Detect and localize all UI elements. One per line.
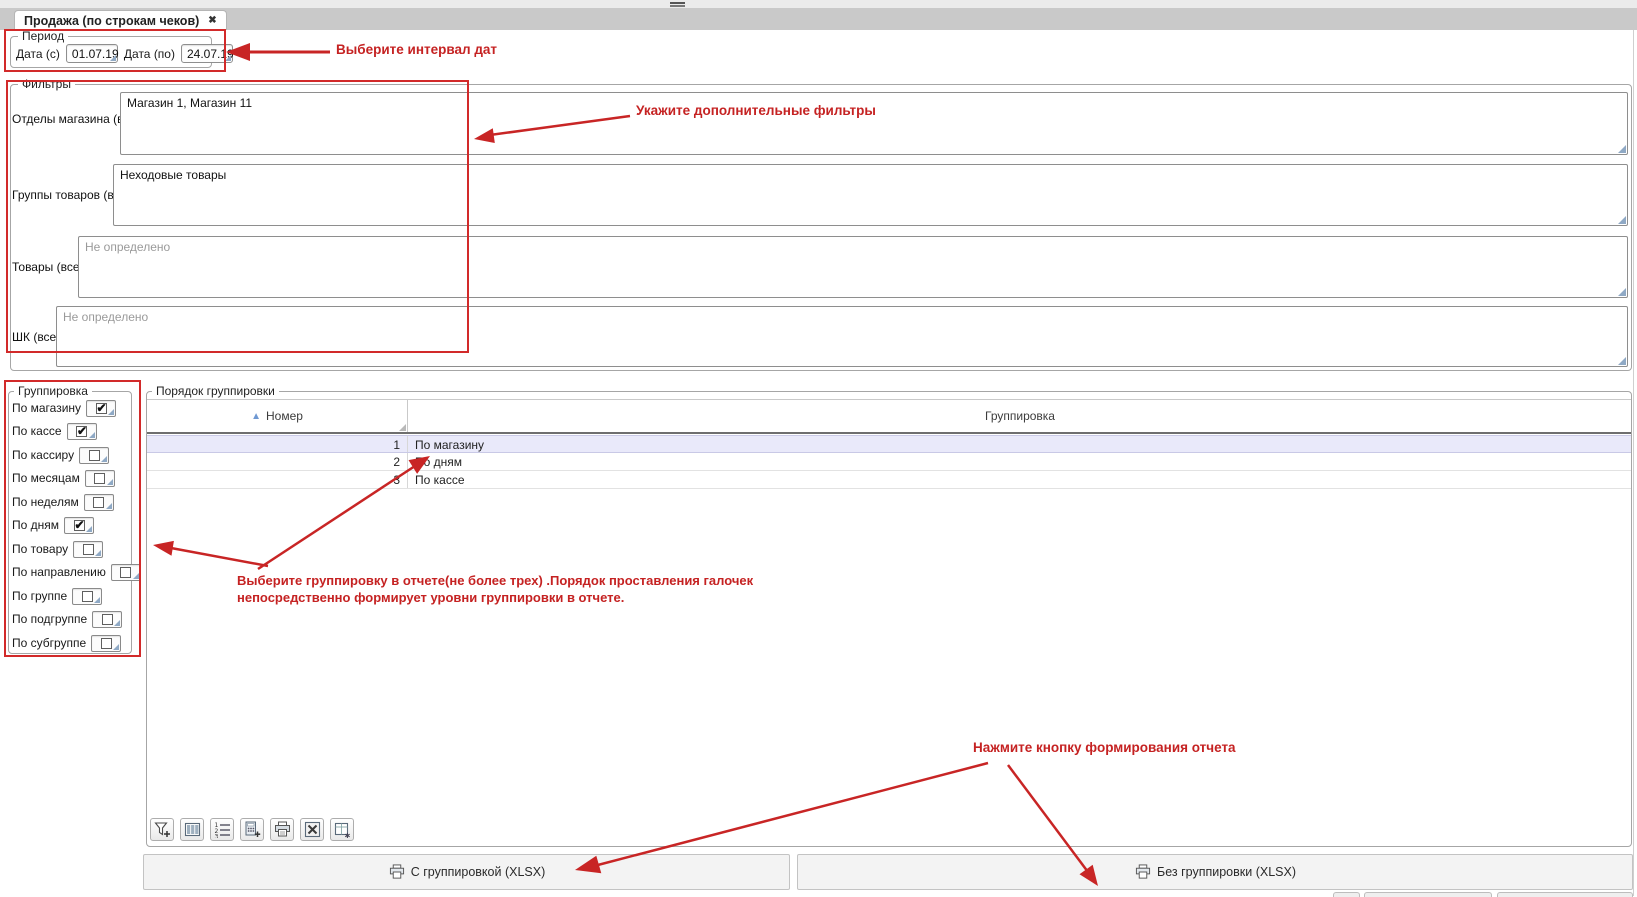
date-from-input[interactable]: 01.07.19 xyxy=(66,44,118,63)
window-right-edge xyxy=(1633,30,1634,896)
bottom-partial-control xyxy=(1497,892,1633,897)
period-legend: Период xyxy=(18,29,68,43)
checkbox-by-store[interactable] xyxy=(86,400,116,417)
annotation-filters-note: Укажите дополнительные фильтры xyxy=(636,103,876,118)
checkbox-by-subsubgroup[interactable] xyxy=(91,635,121,652)
products-input[interactable]: Не определено xyxy=(78,236,1628,298)
annotation-report-note: Нажмите кнопку формирования отчета xyxy=(973,740,1236,755)
table-row[interactable]: 2 По дням xyxy=(147,453,1631,471)
excel-export-icon[interactable] xyxy=(300,818,324,841)
calculator-add-icon[interactable] xyxy=(240,818,264,841)
tab-title: Продажа (по строкам чеков) xyxy=(24,14,199,28)
annotation-period-note: Выберите интервал дат xyxy=(336,42,497,57)
table-row[interactable]: 3 По кассе xyxy=(147,471,1631,489)
checkbox-by-direction[interactable] xyxy=(111,564,141,581)
bottom-partial-control xyxy=(1364,892,1492,897)
table-layout-icon[interactable]: ✱ xyxy=(330,818,354,841)
grouping-option-by-week: По неделям xyxy=(12,492,114,512)
table-toolbar: 123 ✱ xyxy=(150,818,354,841)
export-without-grouping-button[interactable]: Без группировки (XLSX) xyxy=(797,854,1633,890)
grouping-option-by-subsubgroup: По субгруппе xyxy=(12,633,121,653)
product-groups-input[interactable]: Неходовые товары xyxy=(113,164,1628,226)
table-row[interactable]: 1 По магазину xyxy=(147,435,1631,453)
grouping-option-by-month: По месяцам xyxy=(12,468,115,488)
grouping-option-by-store: По магазину xyxy=(12,398,116,418)
bottom-partial-control xyxy=(1333,892,1360,897)
grouping-option-by-product: По товару xyxy=(12,539,103,559)
checkbox-by-day[interactable] xyxy=(64,517,94,534)
period-row: Дата (с) 01.07.19 Дата (по) 24.07.19 xyxy=(16,44,233,63)
grouping-option-by-subgroup: По подгруппе xyxy=(12,609,122,629)
printer-icon xyxy=(1134,864,1152,880)
checkbox-by-week[interactable] xyxy=(84,494,114,511)
tab-bar xyxy=(0,8,1637,30)
sort-ascending-icon[interactable]: ▲ xyxy=(251,411,261,422)
checkbox-by-group[interactable] xyxy=(72,588,102,605)
grouping-option-by-day: По дням xyxy=(12,515,94,535)
grouping-option-by-cashier: По кассиру xyxy=(12,445,109,465)
window-splitter-icon[interactable] xyxy=(670,2,685,7)
column-settings-icon[interactable] xyxy=(180,818,204,841)
grouping-option-by-register: По кассе xyxy=(12,421,97,441)
date-to-label: Дата (по) xyxy=(124,47,175,61)
filter-add-icon[interactable] xyxy=(150,818,174,841)
print-icon[interactable] xyxy=(270,818,294,841)
store-departments-input[interactable]: Магазин 1, Магазин 11 xyxy=(120,92,1628,155)
barcodes-input[interactable]: Не определено xyxy=(56,306,1628,367)
grouping-order-legend: Порядок группировки xyxy=(152,384,279,398)
column-header-number[interactable]: ▲ Номер xyxy=(147,400,408,432)
printer-icon xyxy=(388,864,406,880)
svg-text:✱: ✱ xyxy=(344,832,350,838)
tab-sales-report[interactable]: Продажа (по строкам чеков) ✖ xyxy=(14,10,227,30)
checkbox-by-month[interactable] xyxy=(85,470,115,487)
column-resize-grip[interactable] xyxy=(399,424,406,431)
tab-close-icon[interactable]: ✖ xyxy=(208,15,216,26)
checkbox-by-register[interactable] xyxy=(67,423,97,440)
export-with-grouping-button[interactable]: С группировкой (XLSX) xyxy=(143,854,790,890)
filters-legend: Фильтры xyxy=(18,77,75,91)
checkbox-by-subgroup[interactable] xyxy=(92,611,122,628)
numbered-list-icon[interactable]: 123 xyxy=(210,818,234,841)
window-top-strip xyxy=(0,0,1637,8)
grouping-option-by-direction: По направлению xyxy=(12,562,141,582)
grouping-order-table-header: ▲ Номер Группировка xyxy=(147,399,1631,434)
grouping-legend: Группировка xyxy=(14,384,92,398)
checkbox-by-cashier[interactable] xyxy=(79,447,109,464)
grouping-option-by-group: По группе xyxy=(12,586,102,606)
field-label-products: Товары (все) xyxy=(12,260,84,274)
column-header-grouping[interactable]: Группировка xyxy=(409,400,1631,432)
svg-text:3: 3 xyxy=(214,834,218,839)
checkbox-by-product[interactable] xyxy=(73,541,103,558)
annotation-grouping-note: Выберите группировку в отчете(не более т… xyxy=(237,573,792,607)
date-from-label: Дата (с) xyxy=(16,47,60,61)
date-to-input[interactable]: 24.07.19 xyxy=(181,44,233,63)
field-label-barcodes: ШК (все) xyxy=(12,330,60,344)
